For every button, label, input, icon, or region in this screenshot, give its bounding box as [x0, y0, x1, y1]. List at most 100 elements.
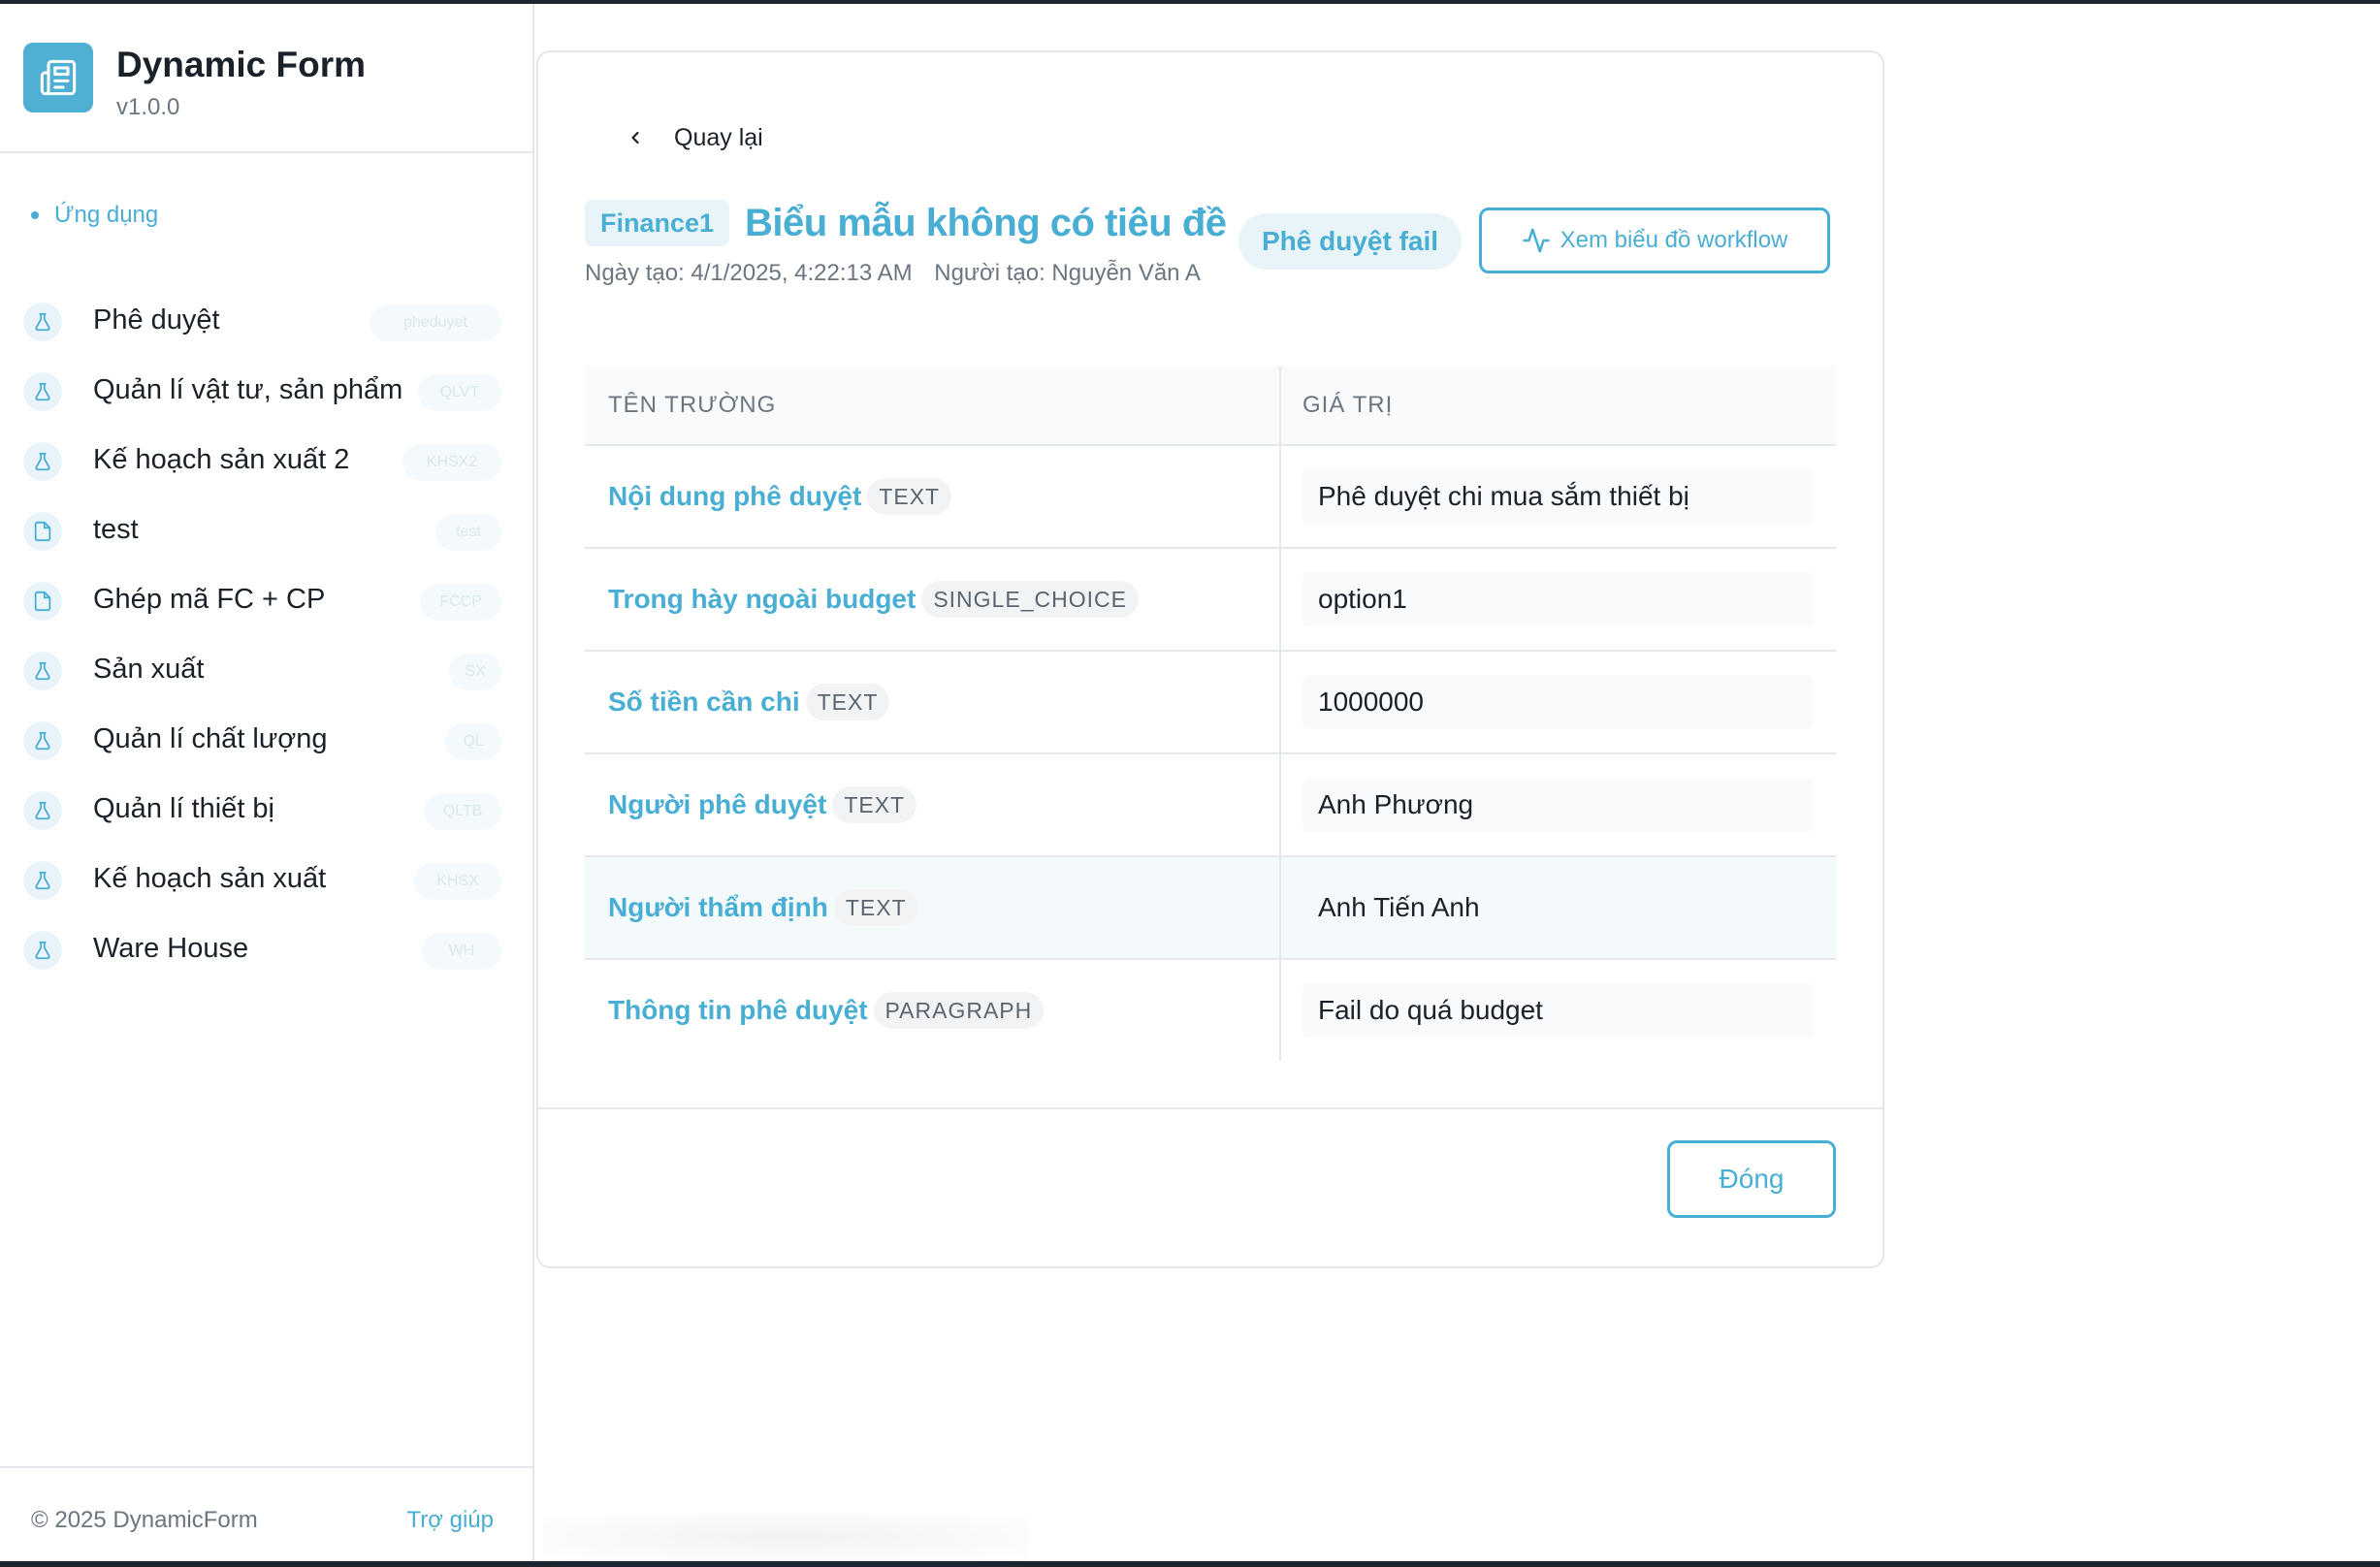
back-button-label: Quay lại [674, 123, 763, 151]
table-row: Người phê duyệt TEXT Anh Phương [585, 754, 1836, 857]
field-value: Anh Tiến Anh [1318, 892, 1480, 922]
field-name-cell: Số tiền cần chi TEXT [608, 652, 890, 752]
column-header-field: TÊN TRƯỜNG [608, 392, 777, 418]
form-meta: Ngày tạo: 4/1/2025, 4:22:13 AM Người tạo… [585, 260, 1201, 287]
back-button[interactable]: Quay lại [626, 118, 763, 157]
column-divider [1279, 652, 1281, 752]
column-divider [1279, 960, 1281, 1061]
created-by: Người tạo: Nguyễn Văn A [934, 260, 1201, 286]
sidebar-item-label: test [93, 514, 139, 545]
sidebar-item-ware-house[interactable]: Ware House WH [0, 913, 532, 983]
sidebar-footer: © 2025 DynamicForm Trợ giúp [0, 1466, 532, 1563]
sidebar-item-label: Kế hoạch sản xuất 2 [93, 444, 350, 475]
sidebar: Dynamic Form v1.0.0 Ứng dụng Phê duyệt p… [0, 4, 534, 1561]
sidebar-item-ke-hoach-san-xuat[interactable]: Kế hoạch sản xuất KHSX [0, 844, 532, 913]
field-type-badge: SINGLE_CHOICE [921, 581, 1139, 618]
field-value: 1000000 [1303, 675, 1813, 729]
copyright-text: © 2025 DynamicForm [31, 1507, 258, 1533]
sidebar-item-quan-li-vat-tu[interactable]: Quản lí vật tư, sản phẩm QLVT [0, 355, 532, 425]
field-value: Anh Phương [1303, 778, 1813, 832]
sidebar-item-quan-li-chat-luong[interactable]: Quản lí chất lượng QL [0, 704, 532, 774]
sidebar-item-label: Quản lí thiết bị [93, 793, 274, 824]
sidebar-item-ke-hoach-san-xuat-2[interactable]: Kế hoạch sản xuất 2 KHSX2 [0, 425, 532, 495]
activity-icon [1522, 228, 1550, 253]
table-header: TÊN TRƯỜNG GIÁ TRỊ [585, 367, 1836, 446]
field-name-cell: Nội dung phê duyệt TEXT [608, 446, 952, 547]
field-type-badge: PARAGRAPH [873, 992, 1045, 1029]
bottom-shadow [543, 1513, 1028, 1561]
flask-icon [23, 931, 62, 970]
field-type-badge: TEXT [832, 786, 917, 823]
flask-icon [23, 652, 62, 690]
field-value: option1 [1303, 572, 1813, 626]
chevron-left-icon [631, 131, 639, 144]
table-row: Người thẩm định TEXT Anh Tiến Anh [585, 857, 1836, 960]
sidebar-item-label: Sản xuất [93, 654, 205, 685]
field-name-cell: Thông tin phê duyệt PARAGRAPH [608, 960, 1045, 1061]
field-name: Nội dung phê duyệt [608, 481, 862, 511]
field-name: Người phê duyệt [608, 789, 827, 819]
view-workflow-button[interactable]: Xem biểu đồ workflow [1479, 208, 1830, 273]
field-type-badge: TEXT [805, 684, 890, 720]
sidebar-item-test[interactable]: test test [0, 495, 532, 564]
app-title: Dynamic Form [116, 45, 367, 84]
sidebar-item-ghep-ma[interactable]: Ghép mã FC + CP FCCP [0, 564, 532, 634]
column-divider [1279, 367, 1281, 444]
sidebar-item-san-xuat[interactable]: Sản xuất SX [0, 634, 532, 704]
app-logo-icon [23, 43, 93, 112]
sidebar-item-label: Ware House [93, 933, 249, 964]
field-name-cell: Trong hày ngoài budget SINGLE_CHOICE [608, 549, 1139, 650]
sidebar-item-label: Quản lí vật tư, sản phẩm [93, 374, 403, 405]
sidebar-nav: Phê duyệt pheduyet Quản lí vật tư, sản p… [0, 285, 532, 983]
table-row: Nội dung phê duyệt TEXT Phê duyệt chi mu… [585, 446, 1836, 549]
field-name: Số tiền cần chi [608, 687, 800, 717]
section-label-text: Ứng dụng [54, 202, 159, 228]
sidebar-item-label: Kế hoạch sản xuất [93, 863, 327, 894]
help-link[interactable]: Trợ giúp [406, 1507, 494, 1534]
status-badge: Phê duyệt fail [1238, 213, 1463, 270]
column-divider [1279, 549, 1281, 650]
sidebar-item-badge: pheduyet [370, 304, 501, 341]
column-divider [1279, 857, 1281, 958]
document-icon [23, 582, 62, 621]
sidebar-item-badge: test [435, 514, 501, 551]
form-code-badge: Finance1 [585, 200, 730, 246]
sidebar-item-badge: QL [445, 723, 501, 760]
column-divider [1279, 446, 1281, 547]
flask-icon [23, 861, 62, 900]
card-footer-divider [538, 1107, 1882, 1109]
sidebar-item-badge: WH [422, 933, 501, 970]
document-icon [23, 512, 62, 551]
form-title: Biểu mẫu không có tiêu đề [745, 201, 1227, 244]
column-divider [1279, 754, 1281, 855]
form-detail-card: Quay lại Finance1 Biểu mẫu không có tiêu… [536, 50, 1884, 1268]
sidebar-item-badge: QLTB [424, 793, 501, 830]
bullet-dot-icon [31, 211, 39, 219]
sidebar-item-label: Ghép mã FC + CP [93, 584, 326, 615]
field-value: Fail do quá budget [1303, 983, 1813, 1038]
table-row: Trong hày ngoài budget SINGLE_CHOICE opt… [585, 549, 1836, 652]
flask-icon [23, 791, 62, 830]
table-row: Thông tin phê duyệt PARAGRAPH Fail do qu… [585, 960, 1836, 1061]
sidebar-item-badge: FCCP [420, 584, 501, 621]
field-name: Người thẩm định [608, 892, 828, 922]
field-name: Trong hày ngoài budget [608, 584, 917, 614]
close-button[interactable]: Đóng [1667, 1140, 1836, 1218]
field-name-cell: Người thẩm định TEXT [608, 857, 918, 958]
created-date: Ngày tạo: 4/1/2025, 4:22:13 AM [585, 260, 913, 286]
sidebar-item-quan-li-thiet-bi[interactable]: Quản lí thiết bị QLTB [0, 774, 532, 844]
view-workflow-label: Xem biểu đồ workflow [1560, 227, 1788, 253]
sidebar-item-badge: KHSX [414, 863, 501, 900]
window-bottom-edge [0, 1561, 2380, 1567]
sidebar-item-label: Quản lí chất lượng [93, 723, 328, 754]
form-header: Finance1 Biểu mẫu không có tiêu đề [585, 198, 1227, 248]
field-type-badge: TEXT [867, 478, 952, 515]
flask-icon [23, 372, 62, 411]
flask-icon [23, 442, 62, 481]
sidebar-item-label: Phê duyệt [93, 304, 220, 336]
flask-icon [23, 721, 62, 760]
section-label-apps: Ứng dụng [31, 202, 158, 229]
flask-icon [23, 303, 62, 341]
column-header-value: GIÁ TRỊ [1303, 392, 1394, 418]
sidebar-item-phe-duyet[interactable]: Phê duyệt pheduyet [0, 285, 532, 355]
